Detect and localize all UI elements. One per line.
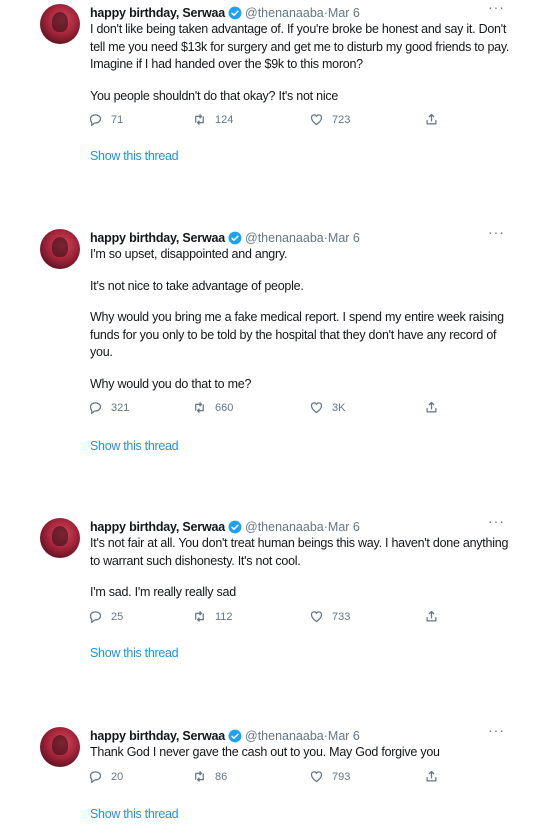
verified-badge-icon [228, 520, 242, 534]
tweet-paragraph: Why would you do that to me? [90, 376, 252, 391]
tweet-actions: 25 112 733 [88, 609, 448, 627]
tweet-header: happy birthday, Serwaa @thenanaaba · Mar… [90, 4, 360, 22]
retweet-icon [195, 114, 204, 125]
like-count: 793 [332, 770, 351, 783]
reply-count: 321 [111, 401, 130, 414]
reply-count: 20 [111, 770, 124, 783]
tweet-actions: 20 86 793 [88, 769, 448, 787]
like-button[interactable]: 723 [309, 112, 350, 127]
retweet-icon [195, 611, 204, 622]
heart-icon [310, 114, 323, 126]
author-handle[interactable]: @thenanaaba [245, 231, 324, 245]
author-name[interactable]: happy birthday, Serwaa [90, 729, 225, 743]
reply-button[interactable]: 71 [88, 112, 123, 127]
like-count: 3K [332, 401, 346, 414]
retweet-count: 86 [215, 770, 228, 783]
heart-icon [310, 402, 323, 414]
verified-badge-icon [228, 6, 242, 20]
author-handle[interactable]: @thenanaaba [245, 520, 324, 534]
tweet-paragraph: I'm so upset, disappointed and angry. [90, 247, 288, 261]
author-handle[interactable]: @thenanaaba [245, 729, 324, 743]
more-icon[interactable]: ··· [488, 0, 505, 15]
tweet-text: It's not fair at all. You don't treat hu… [90, 535, 515, 616]
like-count: 733 [332, 610, 351, 623]
reply-count: 25 [111, 610, 124, 623]
share-button[interactable] [424, 400, 447, 415]
share-icon [426, 401, 437, 413]
reply-button[interactable]: 20 [88, 769, 123, 784]
retweet-count: 660 [215, 401, 234, 414]
share-button[interactable] [424, 112, 447, 127]
avatar[interactable] [40, 518, 80, 558]
tweet-text: I don't like being taken advantage of. I… [90, 21, 510, 119]
show-thread-link[interactable]: Show this thread [90, 646, 179, 660]
reply-icon [89, 114, 102, 127]
verified-badge-icon [228, 231, 242, 245]
tweet-header: happy birthday, Serwaa @thenanaaba · Mar… [90, 518, 360, 536]
share-button[interactable] [424, 769, 447, 784]
tweet-header: happy birthday, Serwaa @thenanaaba · Mar… [90, 727, 360, 745]
like-count: 723 [332, 113, 351, 126]
tweet-paragraph: It's not fair at all. You don't treat hu… [90, 536, 509, 568]
tweet-paragraph: Thank God I never gave the cash out to y… [90, 745, 440, 759]
tweet-actions: 71 124 723 [88, 112, 448, 130]
verified-badge-icon [228, 729, 242, 743]
tweet-paragraph: I don't like being taken advantage of. I… [90, 22, 510, 71]
tweet-paragraph: You people shouldn't do that okay? It's … [90, 88, 339, 103]
tweet-date[interactable]: Mar 6 [328, 729, 360, 743]
like-button[interactable]: 793 [309, 769, 350, 784]
retweet-button[interactable]: 124 [192, 112, 233, 127]
tweet-date[interactable]: Mar 6 [328, 520, 360, 534]
tweet-date[interactable]: Mar 6 [328, 6, 360, 20]
share-icon [426, 610, 437, 622]
like-button[interactable]: 3K [309, 400, 345, 415]
avatar[interactable] [40, 727, 80, 767]
reply-button[interactable]: 321 [88, 400, 129, 415]
share-icon [426, 770, 437, 782]
author-name[interactable]: happy birthday, Serwaa [90, 520, 225, 534]
retweet-icon [195, 402, 204, 413]
tweet-header: happy birthday, Serwaa @thenanaaba · Mar… [90, 229, 360, 247]
tweet-actions: 321 660 3K [88, 400, 448, 418]
reply-count: 71 [111, 113, 124, 126]
author-handle[interactable]: @thenanaaba [245, 6, 324, 20]
retweet-count: 112 [215, 610, 233, 623]
more-icon[interactable]: ··· [488, 513, 505, 529]
avatar[interactable] [40, 4, 80, 44]
tweet-paragraph: Why would you bring me a fake medical re… [90, 310, 504, 359]
tweet-paragraph: I'm sad. I'm really really sad [90, 585, 236, 599]
retweet-icon [195, 771, 204, 782]
reply-icon [89, 402, 102, 415]
avatar[interactable] [40, 229, 80, 269]
heart-icon [310, 611, 323, 623]
retweet-button[interactable]: 660 [192, 400, 233, 415]
more-icon[interactable]: ··· [488, 722, 505, 738]
reply-button[interactable]: 25 [88, 609, 123, 624]
share-button[interactable] [424, 609, 447, 624]
share-icon [426, 113, 437, 125]
retweet-button[interactable]: 86 [192, 769, 227, 784]
more-icon[interactable]: ··· [488, 224, 505, 240]
show-thread-link[interactable]: Show this thread [90, 807, 179, 821]
show-thread-link[interactable]: Show this thread [90, 149, 179, 163]
tweet-date[interactable]: Mar 6 [328, 231, 360, 245]
author-name[interactable]: happy birthday, Serwaa [90, 6, 225, 20]
reply-icon [89, 771, 102, 784]
author-name[interactable]: happy birthday, Serwaa [90, 231, 225, 245]
like-button[interactable]: 733 [309, 609, 350, 624]
tweet-text: I'm so upset, disappointed and angry. It… [90, 246, 515, 407]
tweet-paragraph: It's not nice to take advantage of peopl… [90, 278, 304, 293]
reply-icon [89, 611, 102, 624]
show-thread-link[interactable]: Show this thread [90, 439, 179, 453]
retweet-button[interactable]: 112 [192, 609, 233, 624]
retweet-count: 124 [215, 113, 234, 126]
heart-icon [310, 771, 323, 783]
